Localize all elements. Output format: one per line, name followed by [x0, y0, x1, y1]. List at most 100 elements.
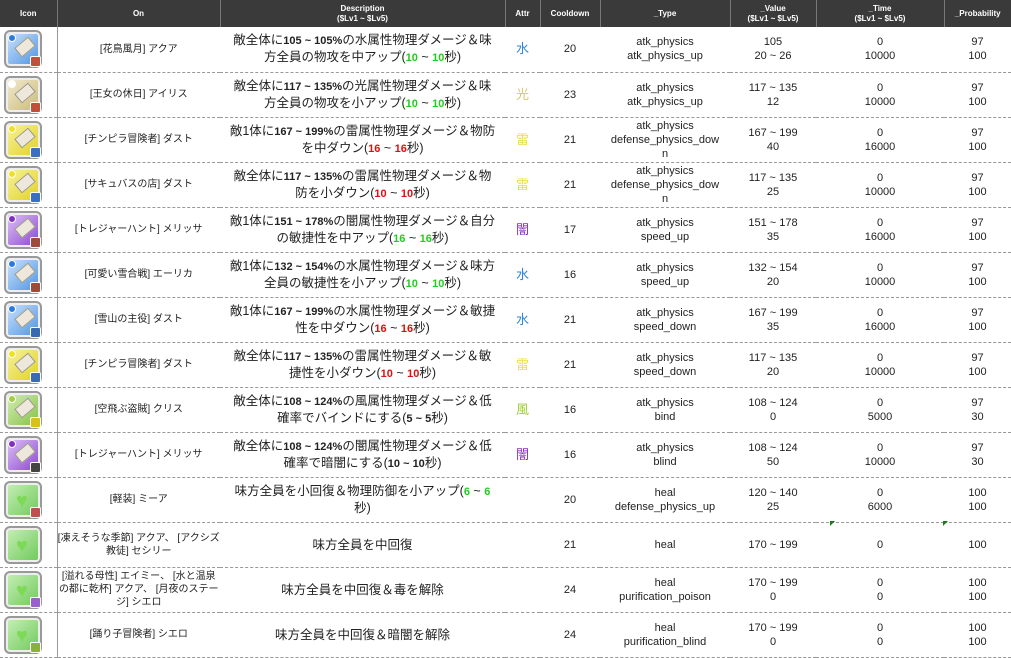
skill-icon: ♥: [4, 525, 42, 564]
time-cell: 0 6000: [816, 477, 944, 523]
icon-cell[interactable]: [0, 252, 58, 298]
icon-cell[interactable]: ♥: [0, 477, 58, 523]
table-row: ♥ [凍えそうな季節] アクア、 [アクシズ教徒] セシリー 味方全員を中回復 21 h…: [0, 522, 1011, 568]
icon-cell[interactable]: ♥: [0, 522, 58, 568]
description-segment: 117 ~ 135%: [283, 350, 343, 363]
header-time[interactable]: _Time ($Lv1 ~ $Lv5): [815, 0, 944, 27]
description-segment: 16: [374, 322, 387, 335]
cooldown-cell: 16: [540, 252, 600, 298]
icon-cell[interactable]: [0, 297, 58, 343]
probability-cell: 97 100: [944, 117, 1011, 163]
value-cell: 132 ~ 154 20: [730, 252, 816, 298]
description-segment: 敵1体に: [229, 213, 275, 228]
value-line: 167 ~ 199: [748, 306, 798, 319]
description-segment: 敵1体に: [229, 123, 275, 138]
effect-badge-icon: [30, 596, 41, 608]
element-orb-icon: [8, 214, 16, 223]
description-segment: 敵全体に: [233, 33, 284, 48]
header-cooldown[interactable]: Cooldown: [539, 0, 600, 27]
cooldown-cell: 21: [540, 117, 600, 163]
value-line: 117 ~ 135: [748, 171, 798, 184]
icon-cell[interactable]: [0, 207, 58, 253]
cooldown-cell: 21: [540, 162, 600, 208]
icon-cell[interactable]: [0, 117, 58, 163]
type-cell: atk_physics defense_physics_dow n: [600, 162, 730, 208]
value-line: 20 ~ 26: [754, 50, 792, 63]
prob-line: 100: [968, 500, 987, 513]
header-value[interactable]: _Value ($Lv1 ~ $Lv5): [729, 0, 816, 27]
table-row: [トレジャーハント] メリッサ 敵全体に108 ~ 124%の闇属性物理ダメージ＆…: [0, 432, 1011, 478]
icon-cell[interactable]: [0, 342, 58, 388]
skill-icon: [4, 210, 42, 249]
value-line: 108 ~ 124: [748, 396, 798, 409]
skill-icon: [4, 255, 42, 294]
time-cell: 0 5000: [816, 387, 944, 433]
description-segment: ~: [417, 95, 433, 110]
description-segment: ~: [386, 320, 401, 335]
prob-line: 100: [968, 590, 987, 603]
time-cell: 0 10000: [816, 432, 944, 478]
header-icon[interactable]: Icon: [0, 0, 57, 27]
prob-line: 100: [968, 230, 987, 243]
description-segment: ~: [469, 484, 485, 498]
time-line: 0: [876, 486, 884, 499]
description-segment: 16: [400, 322, 414, 335]
value-cell: 170 ~ 199: [730, 522, 816, 568]
value-line: 0: [769, 590, 777, 603]
description-segment: ~: [417, 50, 433, 65]
header-on[interactable]: On: [56, 0, 220, 27]
description-segment: 秒): [444, 275, 462, 290]
value-line: 117 ~ 135: [748, 351, 798, 364]
icon-cell[interactable]: [0, 27, 58, 73]
description-cell: 敵1体に167 ~ 199%の雷属性物理ダメージ＆物防を中ダウン(16 ~ 16…: [220, 117, 505, 163]
header-time-sub: ($Lv1 ~ $Lv5): [854, 13, 906, 23]
skill-icon: [4, 165, 42, 204]
description-segment: ~: [392, 365, 408, 380]
time-cell: 00: [816, 612, 944, 658]
value-line: 167 ~ 199: [748, 126, 798, 139]
type-line: defense_physics_up: [614, 500, 716, 513]
comment-marker-icon: [943, 521, 948, 526]
header-description[interactable]: Description ($Lv1 ~ $Lv5): [219, 0, 505, 27]
header-probability[interactable]: _Probability: [943, 0, 1011, 27]
description-segment: 敵全体に: [233, 168, 284, 183]
description-segment: 10: [405, 277, 418, 290]
icon-cell[interactable]: ♥: [0, 612, 58, 658]
time-line: 16000: [864, 320, 896, 333]
icon-cell[interactable]: [0, 162, 58, 208]
header-type[interactable]: _Type: [599, 0, 730, 27]
type-line: speed_up: [640, 275, 690, 288]
icon-cell[interactable]: ♥: [0, 567, 58, 613]
attr-cell: 闇: [505, 432, 540, 478]
attr-cell: 水: [505, 297, 540, 343]
description-segment: 10: [380, 367, 393, 380]
header-attr[interactable]: Attr: [504, 0, 540, 27]
description-segment: 味方全員を小回復＆物理防御を小アップ(: [234, 484, 464, 498]
description-segment: 10 ~ 10: [387, 457, 425, 470]
probability-cell: 100 100: [944, 612, 1011, 658]
time-line: 10000: [864, 365, 896, 378]
attr-cell: [505, 612, 540, 658]
time-cell: 0 10000: [816, 342, 944, 388]
time-line: 0: [876, 635, 884, 648]
element-orb-icon: [8, 79, 16, 88]
icon-cell[interactable]: [0, 72, 58, 118]
prob-line: 97: [971, 306, 984, 319]
time-line: 6000: [867, 500, 893, 513]
prob-line: 100: [968, 275, 987, 288]
time-line: 10000: [864, 455, 896, 468]
cooldown-cell: 23: [540, 72, 600, 118]
icon-cell[interactable]: [0, 387, 58, 433]
table-row: [花鳥風月] アクア 敵全体に105 ~ 105%の水属性物理ダメージ＆味方全員の…: [0, 27, 1011, 73]
icon-cell[interactable]: [0, 432, 58, 478]
prob-line: 100: [968, 50, 987, 63]
time-cell: 0 16000: [816, 207, 944, 253]
description-segment: 10: [432, 277, 445, 290]
effect-badge-icon: [30, 641, 41, 653]
type-cell: heal: [600, 522, 730, 568]
description-segment: 敵全体に: [233, 348, 284, 363]
element-orb-icon: [8, 34, 16, 43]
time-line: 10000: [864, 185, 896, 198]
type-line: atk_physics: [636, 36, 694, 49]
description-cell: 敵全体に108 ~ 124%の風属性物理ダメージ＆低確率でバインドにする(5 ~…: [220, 387, 505, 433]
